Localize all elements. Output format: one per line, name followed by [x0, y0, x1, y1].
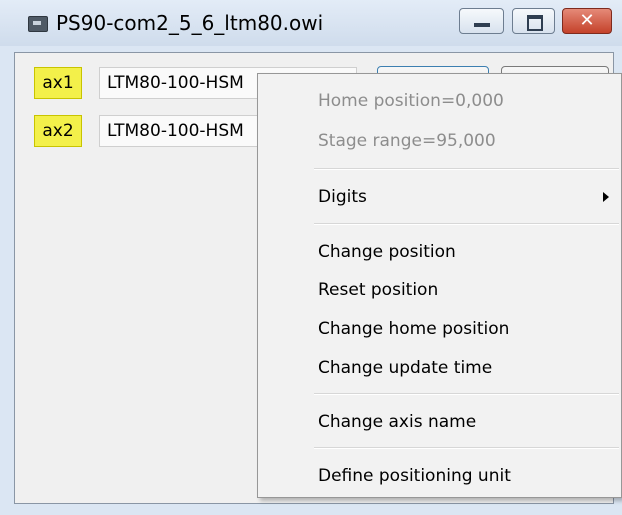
menu-item-change-update-time[interactable]: Change update time: [258, 351, 621, 385]
axis-tag-ax2[interactable]: ax2: [34, 115, 82, 147]
title-bar[interactable]: PS90-com2_5_6_ltm80.owi ✕: [0, 0, 622, 46]
window-title: PS90-com2_5_6_ltm80.owi: [56, 11, 324, 35]
menu-item-change-home-position[interactable]: Change home position: [258, 312, 621, 346]
menu-item-digits[interactable]: Digits: [258, 180, 621, 214]
minimize-icon: [474, 23, 490, 27]
menu-item-stage-range: Stage range=95,000: [318, 131, 496, 151]
menu-item-define-positioning-unit[interactable]: Define positioning unit: [258, 459, 621, 493]
app-icon[interactable]: [28, 16, 48, 32]
submenu-arrow-icon: [603, 192, 609, 202]
menu-item-label: Digits: [318, 187, 367, 207]
menu-separator: [314, 223, 619, 225]
menu-separator: [314, 393, 619, 395]
close-button[interactable]: ✕: [562, 8, 612, 34]
menu-item-home-position: Home position=0,000: [318, 91, 504, 111]
menu-item-change-axis-name[interactable]: Change axis name: [258, 405, 621, 439]
menu-item-reset-position[interactable]: Reset position: [258, 273, 621, 307]
minimize-button[interactable]: [459, 8, 504, 34]
menu-separator: [314, 447, 619, 449]
menu-separator: [314, 168, 619, 170]
context-menu: Home position=0,000 Stage range=95,000 D…: [257, 73, 622, 498]
maximize-icon: [527, 15, 543, 31]
application-window: PS90-com2_5_6_ltm80.owi ✕ ax1 LTM80-100-…: [0, 0, 622, 515]
axis-tag-ax1[interactable]: ax1: [34, 67, 82, 99]
close-icon: ✕: [579, 10, 595, 31]
menu-item-change-position[interactable]: Change position: [258, 235, 621, 269]
maximize-button[interactable]: [512, 8, 555, 34]
